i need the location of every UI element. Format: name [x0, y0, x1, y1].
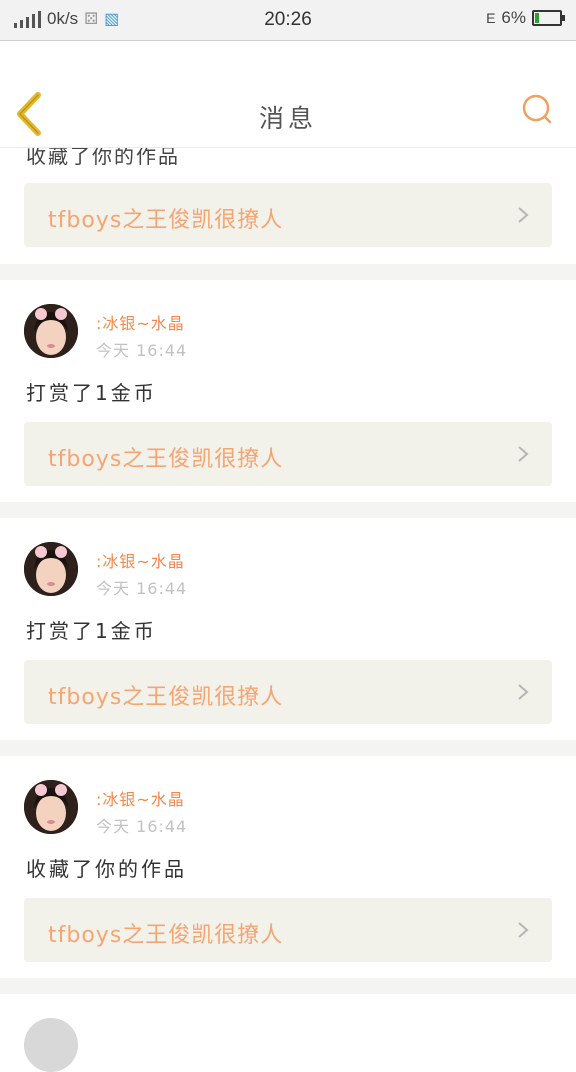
battery-icon — [532, 10, 565, 26]
message-list: 收藏了你的作品 tfboys之王俊凯很撩人 :冰银~水晶 今天 16:44 打赏… — [0, 144, 576, 1072]
timestamp: 今天 16:44 — [96, 817, 188, 836]
work-title: tfboys之王俊凯很撩人 — [48, 923, 284, 948]
avatar[interactable] — [24, 780, 78, 834]
message-item-partial: 收藏了你的作品 tfboys之王俊凯很撩人 — [0, 144, 576, 264]
username[interactable]: :冰银~水晶 — [96, 310, 185, 334]
work-card[interactable]: tfboys之王俊凯很撩人 — [24, 660, 552, 724]
nav-bar: 消息 — [0, 41, 576, 148]
status-bar: 0k/s ⚄ ▧ 20:26 E 6% — [0, 0, 576, 41]
chevron-right-icon — [518, 446, 529, 462]
search-icon — [522, 94, 552, 124]
divider — [0, 740, 576, 756]
work-title: tfboys之王俊凯很撩人 — [48, 208, 284, 233]
work-title: tfboys之王俊凯很撩人 — [48, 685, 284, 710]
timestamp: 今天 16:44 — [96, 341, 188, 360]
divider — [0, 978, 576, 994]
action-text: 收藏了你的作品 — [26, 857, 187, 881]
message-item: :冰银~水晶 今天 16:44 收藏了你的作品 tfboys之王俊凯很撩人 — [0, 756, 576, 978]
message-item: :冰银~水晶 今天 16:44 打赏了1金币 tfboys之王俊凯很撩人 — [0, 280, 576, 502]
action-text: 打赏了1金币 — [26, 619, 157, 643]
divider — [0, 502, 576, 518]
page-title: 消息 — [258, 104, 317, 133]
timestamp: 今天 16:44 — [96, 579, 188, 598]
work-title: tfboys之王俊凯很撩人 — [48, 447, 284, 472]
chevron-right-icon — [518, 922, 529, 938]
message-item-peek — [0, 994, 576, 1072]
avatar-image — [24, 542, 78, 596]
message-item: :冰银~水晶 今天 16:44 打赏了1金币 tfboys之王俊凯很撩人 — [0, 518, 576, 740]
avatar[interactable] — [24, 1018, 78, 1072]
status-right: E 6% — [486, 8, 565, 28]
divider — [0, 264, 576, 280]
avatar-image — [24, 304, 78, 358]
work-card[interactable]: tfboys之王俊凯很撩人 — [24, 898, 552, 962]
network-type: E — [486, 10, 496, 26]
username[interactable]: :冰银~水晶 — [96, 786, 185, 810]
work-card[interactable]: tfboys之王俊凯很撩人 — [24, 183, 552, 247]
chevron-right-icon — [518, 207, 529, 223]
battery-percent: 6% — [501, 8, 526, 27]
avatar[interactable] — [24, 542, 78, 596]
search-button[interactable] — [520, 93, 554, 127]
work-card[interactable]: tfboys之王俊凯很撩人 — [24, 422, 552, 486]
username[interactable]: :冰银~水晶 — [96, 548, 185, 572]
action-text: 打赏了1金币 — [26, 381, 157, 405]
avatar-image — [24, 780, 78, 834]
avatar[interactable] — [24, 304, 78, 358]
chevron-right-icon — [518, 684, 529, 700]
